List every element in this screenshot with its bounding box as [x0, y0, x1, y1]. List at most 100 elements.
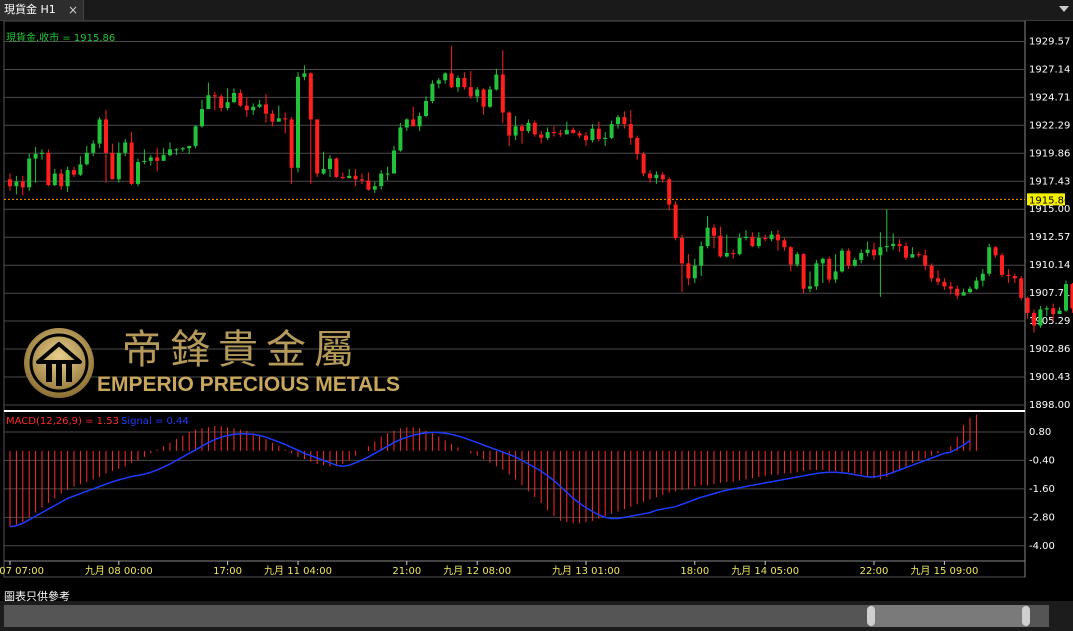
candle-body — [545, 132, 550, 138]
candle-body — [705, 227, 710, 247]
candle-body — [846, 250, 851, 266]
candle-body — [974, 280, 979, 289]
candle-body — [14, 181, 19, 187]
candle-body — [961, 292, 966, 296]
candle-body — [814, 263, 819, 287]
price-tick-label: 1900.43 — [1029, 372, 1070, 383]
candle-body — [468, 87, 473, 97]
candle-body — [795, 254, 800, 265]
candle-body — [488, 89, 492, 107]
candle-body — [852, 259, 857, 266]
candle-body — [302, 73, 307, 77]
candle-body — [878, 247, 883, 256]
candle-body — [750, 236, 755, 247]
candle-body — [955, 288, 960, 296]
candle-body — [1000, 255, 1004, 275]
candle-body — [456, 77, 460, 88]
navigator-bar[interactable] — [0, 601, 1073, 631]
candle-body — [680, 238, 684, 264]
macd-legend: MACD(12,26,9) = 1.53 — [6, 416, 119, 427]
time-tick-label: 九月 08 00:00 — [85, 565, 153, 577]
candle-body — [712, 227, 716, 236]
candle-body — [692, 265, 697, 279]
candle-body — [577, 133, 582, 136]
candle-body — [929, 265, 934, 279]
candle-body — [737, 238, 742, 255]
candle-body — [756, 238, 761, 247]
navigator-left-handle[interactable] — [867, 606, 875, 626]
candle-body — [507, 112, 512, 136]
candle-body — [833, 271, 838, 280]
candle-body — [872, 249, 876, 256]
candle-body — [417, 115, 422, 127]
candle-body — [513, 126, 518, 136]
candle-body — [500, 74, 505, 113]
candle-body — [788, 247, 793, 265]
price-tick-label: 1927.14 — [1029, 64, 1070, 75]
candle-body — [699, 246, 704, 266]
candle-body — [916, 254, 921, 256]
candle-body — [206, 95, 211, 110]
candle-body — [891, 243, 896, 247]
candle-body — [443, 73, 448, 81]
chart-frame — [3, 21, 1026, 578]
candle-body — [993, 247, 998, 256]
candle-body — [782, 240, 787, 248]
candle-body — [980, 273, 985, 281]
candle-body — [219, 96, 224, 108]
candle-body — [155, 157, 160, 161]
candle-body — [238, 92, 243, 106]
candle-body — [123, 142, 128, 153]
candle-body — [84, 152, 89, 165]
candle-body — [308, 73, 313, 120]
candle-body — [654, 174, 659, 179]
candle-body — [136, 162, 140, 184]
candle-body — [859, 253, 864, 260]
candle-body — [372, 186, 377, 190]
candle-body — [808, 286, 812, 289]
candle-body — [590, 128, 595, 141]
candle-body — [1006, 274, 1011, 277]
candle-body — [910, 254, 915, 258]
candle-body — [296, 76, 300, 168]
time-tick-label: 九月 14 05:00 — [731, 565, 799, 577]
candle-body — [404, 119, 409, 128]
signal-line — [9, 431, 971, 528]
price-tick-label: 1917.43 — [1029, 176, 1070, 187]
close-icon[interactable]: × — [68, 0, 78, 20]
candle-body — [110, 152, 115, 180]
price-tick-label: 1912.57 — [1029, 232, 1070, 243]
tab-bar: 現貨金 H1 × — [0, 0, 1073, 21]
candle-body — [1019, 278, 1024, 298]
candle-body — [616, 117, 620, 125]
candle-body — [27, 158, 32, 188]
navigator-window[interactable] — [870, 605, 1028, 627]
candle-body — [1012, 276, 1017, 279]
candle-body — [603, 137, 608, 139]
candle-body — [46, 152, 51, 186]
chart-area[interactable]: 1929.57 1927.14 1924.71 1922.29 1919.86 1917.… — [0, 21, 1073, 579]
candle-body — [353, 175, 358, 180]
price-tick-label: 1910.14 — [1029, 260, 1070, 271]
candle-body — [193, 126, 198, 146]
candle-body — [718, 235, 723, 257]
navigator-right-handle[interactable] — [1022, 606, 1030, 626]
candle-body — [462, 77, 467, 88]
chevron-down-icon[interactable] — [1059, 6, 1069, 12]
logo-emblem — [22, 326, 96, 404]
candle-body — [539, 134, 544, 138]
logo-text-english: EMPERIO PRECIOUS METALS — [97, 373, 400, 396]
candle-body — [116, 152, 121, 180]
tab-title: 現貨金 H1 — [4, 3, 56, 16]
candle-body — [596, 128, 601, 139]
candle-body — [1064, 284, 1068, 311]
candle-body — [104, 119, 108, 153]
time-tick-label: 九月 11 04:00 — [264, 565, 332, 577]
time-tick-label: 22:00 — [860, 566, 889, 577]
candle-body — [1025, 297, 1030, 313]
candle-body — [1038, 309, 1043, 326]
time-tick-label: 21:00 — [392, 566, 421, 577]
tab-chart[interactable]: 現貨金 H1 × — [0, 0, 84, 20]
price-tick-label: 1929.57 — [1029, 36, 1070, 47]
candle-body — [520, 126, 524, 131]
